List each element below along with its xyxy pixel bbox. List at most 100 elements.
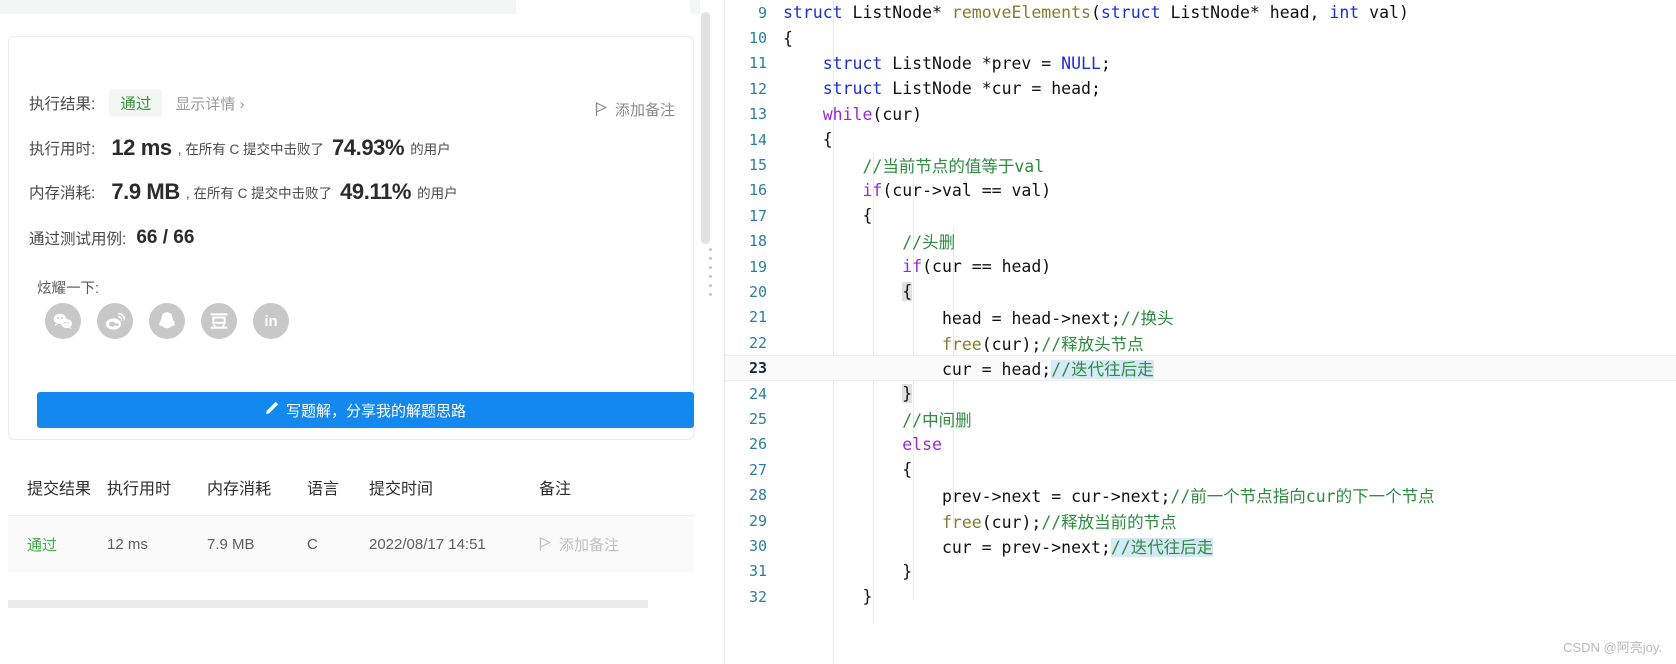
line-number: 17 <box>748 206 767 225</box>
code-text: if(cur == head) <box>902 257 1052 277</box>
code-editor-pane[interactable]: 9 struct ListNode* removeElements(struct … <box>724 0 1676 664</box>
runtime-label: 执行用时: <box>29 141 96 158</box>
line-number: 23 <box>748 359 767 378</box>
th-language: 语言 <box>307 480 340 498</box>
write-solution-button[interactable]: 写题解，分享我的解题思路 <box>37 392 694 428</box>
code-line-17[interactable]: 17 { <box>725 203 1676 228</box>
line-number: 32 <box>748 587 767 606</box>
code-text: } <box>783 587 873 607</box>
cell-result: 通过 <box>27 536 58 554</box>
line-number: 24 <box>748 384 767 403</box>
weibo-icon[interactable] <box>97 303 133 339</box>
submissions-table: 提交结果 执行用时 内存消耗 语言 提交时间 备注 通过 12 ms 7.9 M… <box>8 458 694 572</box>
code-text: } <box>783 561 913 581</box>
code-line-15[interactable]: 15 //当前节点的值等于val <box>725 152 1676 177</box>
code-text: { <box>783 206 873 226</box>
code-line-27[interactable]: 27 { <box>725 457 1676 482</box>
runtime-percent: 74.93% <box>331 135 405 160</box>
line-number: 26 <box>748 435 767 454</box>
code-line-25[interactable]: 25 //中间删 <box>725 406 1676 431</box>
code-line-29[interactable]: 29 free(cur);//释放当前的节点 <box>725 508 1676 533</box>
code-line-9[interactable]: 9 struct ListNode* removeElements(struct … <box>725 0 1676 25</box>
code-line-14[interactable]: 14 { <box>725 127 1676 152</box>
line-number: 22 <box>748 333 767 352</box>
cell-time: 2022/08/17 14:51 <box>369 535 486 553</box>
cell-runtime: 12 ms <box>107 535 148 553</box>
memory-row: 内存消耗: 7.9 MB , 在所有 C 提交中击败了 49.11% 的用户 <box>29 179 461 205</box>
th-memory: 内存消耗 <box>207 480 272 498</box>
cell-add-note[interactable]: 添加备注 <box>539 534 659 555</box>
share-label: 炫耀一下: <box>37 281 100 297</box>
line-number: 10 <box>748 29 767 48</box>
line-number: 27 <box>748 460 767 479</box>
code-line-30[interactable]: 30 cur = prev->next;//迭代往后走 <box>725 533 1676 558</box>
line-number: 11 <box>748 54 767 73</box>
code-text: { <box>902 282 913 302</box>
code-line-16[interactable]: 16 if(cur->val == val) <box>725 178 1676 203</box>
testcases-value: 66 / 66 <box>136 227 195 248</box>
line-number: 13 <box>748 105 767 124</box>
code-text: else <box>902 434 942 454</box>
code-line-20[interactable]: 20 { <box>725 279 1676 304</box>
watermark: CSDN @阿亮joy. <box>1563 640 1662 655</box>
pencil-icon <box>265 401 279 419</box>
code-line-24[interactable]: 24 } <box>725 381 1676 406</box>
code-text: if(cur->val == val) <box>862 180 1052 200</box>
line-number: 31 <box>748 562 767 581</box>
pane-drag-handle[interactable] <box>709 248 715 296</box>
wechat-icon[interactable] <box>45 303 81 339</box>
line-number: 25 <box>748 409 767 428</box>
code-line-26[interactable]: 26 else <box>725 432 1676 457</box>
write-solution-label: 写题解，分享我的解题思路 <box>285 402 466 420</box>
code-line-12[interactable]: 12 struct ListNode *cur = head; <box>725 76 1676 101</box>
testcases-row: 通过测试用例: 66 / 66 <box>29 227 194 249</box>
code-line-18[interactable]: 18 //头删 <box>725 229 1676 254</box>
result-row: 执行结果: 通过 显示详情 › <box>29 89 245 117</box>
code-line-23[interactable]: 23 cur = head;//迭代往后走 <box>725 355 1676 381</box>
code-text: { <box>783 130 833 150</box>
code-line-11[interactable]: 11 struct ListNode *prev = NULL; <box>725 51 1676 76</box>
code-text: struct ListNode *cur = head; <box>822 79 1101 99</box>
linkedin-glyph: in <box>264 312 278 330</box>
table-row[interactable]: 通过 12 ms 7.9 MB C 2022/08/17 14:51 添加备注 <box>8 516 694 572</box>
top-strip-right <box>690 0 700 14</box>
add-note-button-top[interactable]: 添加备注 <box>595 99 675 120</box>
code-text: while(cur) <box>822 104 923 124</box>
testcases-label: 通过测试用例: <box>29 231 127 248</box>
line-number: 14 <box>748 130 767 149</box>
qq-icon[interactable] <box>149 303 185 339</box>
code-text: head = head->next;//换头 <box>783 309 1174 329</box>
vertical-scrollbar-thumb[interactable] <box>701 12 710 244</box>
code-line-28[interactable]: 28 prev->next = cur->next;//前一个节点指向cur的下… <box>725 482 1676 507</box>
code-text: free(cur);//释放当前的节点 <box>941 512 1177 532</box>
memory-percent: 49.11% <box>340 179 412 204</box>
horizontal-scrollbar[interactable] <box>8 600 648 608</box>
line-number: 19 <box>748 257 767 276</box>
result-card: 执行结果: 通过 显示详情 › 添加备注 执行用时: 12 ms , 在所有 C… <box>8 36 694 440</box>
code-line-19[interactable]: 19 if(cur == head) <box>725 254 1676 279</box>
line-number: 18 <box>748 232 767 251</box>
linkedin-icon[interactable]: in <box>253 303 289 339</box>
code-text: struct ListNode* removeElements(struct L… <box>783 3 1409 23</box>
runtime-beat-prefix: , 在所有 C 提交中击败了 <box>177 142 324 157</box>
code-line-10[interactable]: 10 { <box>725 25 1676 50</box>
code-text: //头删 <box>902 233 956 253</box>
th-note: 备注 <box>539 480 572 498</box>
line-number: 12 <box>748 79 767 98</box>
douban-icon[interactable] <box>201 303 237 339</box>
code-line-22[interactable]: 22 free(cur);//释放头节点 <box>725 330 1676 355</box>
runtime-row: 执行用时: 12 ms , 在所有 C 提交中击败了 74.93% 的用户 <box>29 135 454 161</box>
code-line-31[interactable]: 31 } <box>725 559 1676 584</box>
code-line-32[interactable]: 32 } <box>725 584 1676 609</box>
status-badge: 通过 <box>109 89 163 117</box>
code-text: cur = prev->next;//迭代往后走 <box>783 537 1214 557</box>
code-line-21[interactable]: 21 head = head->next;//换头 <box>725 305 1676 330</box>
table-header-row: 提交结果 执行用时 内存消耗 语言 提交时间 备注 <box>8 458 694 516</box>
cell-memory: 7.9 MB <box>207 535 255 553</box>
runtime-beat-suffix: 的用户 <box>410 142 451 157</box>
show-detail-link[interactable]: 显示详情 › <box>175 93 244 114</box>
code-line-13[interactable]: 13 while(cur) <box>725 102 1676 127</box>
share-icon-row: in <box>45 303 289 339</box>
line-number: 16 <box>748 181 767 200</box>
code-text: //中间删 <box>902 410 972 430</box>
